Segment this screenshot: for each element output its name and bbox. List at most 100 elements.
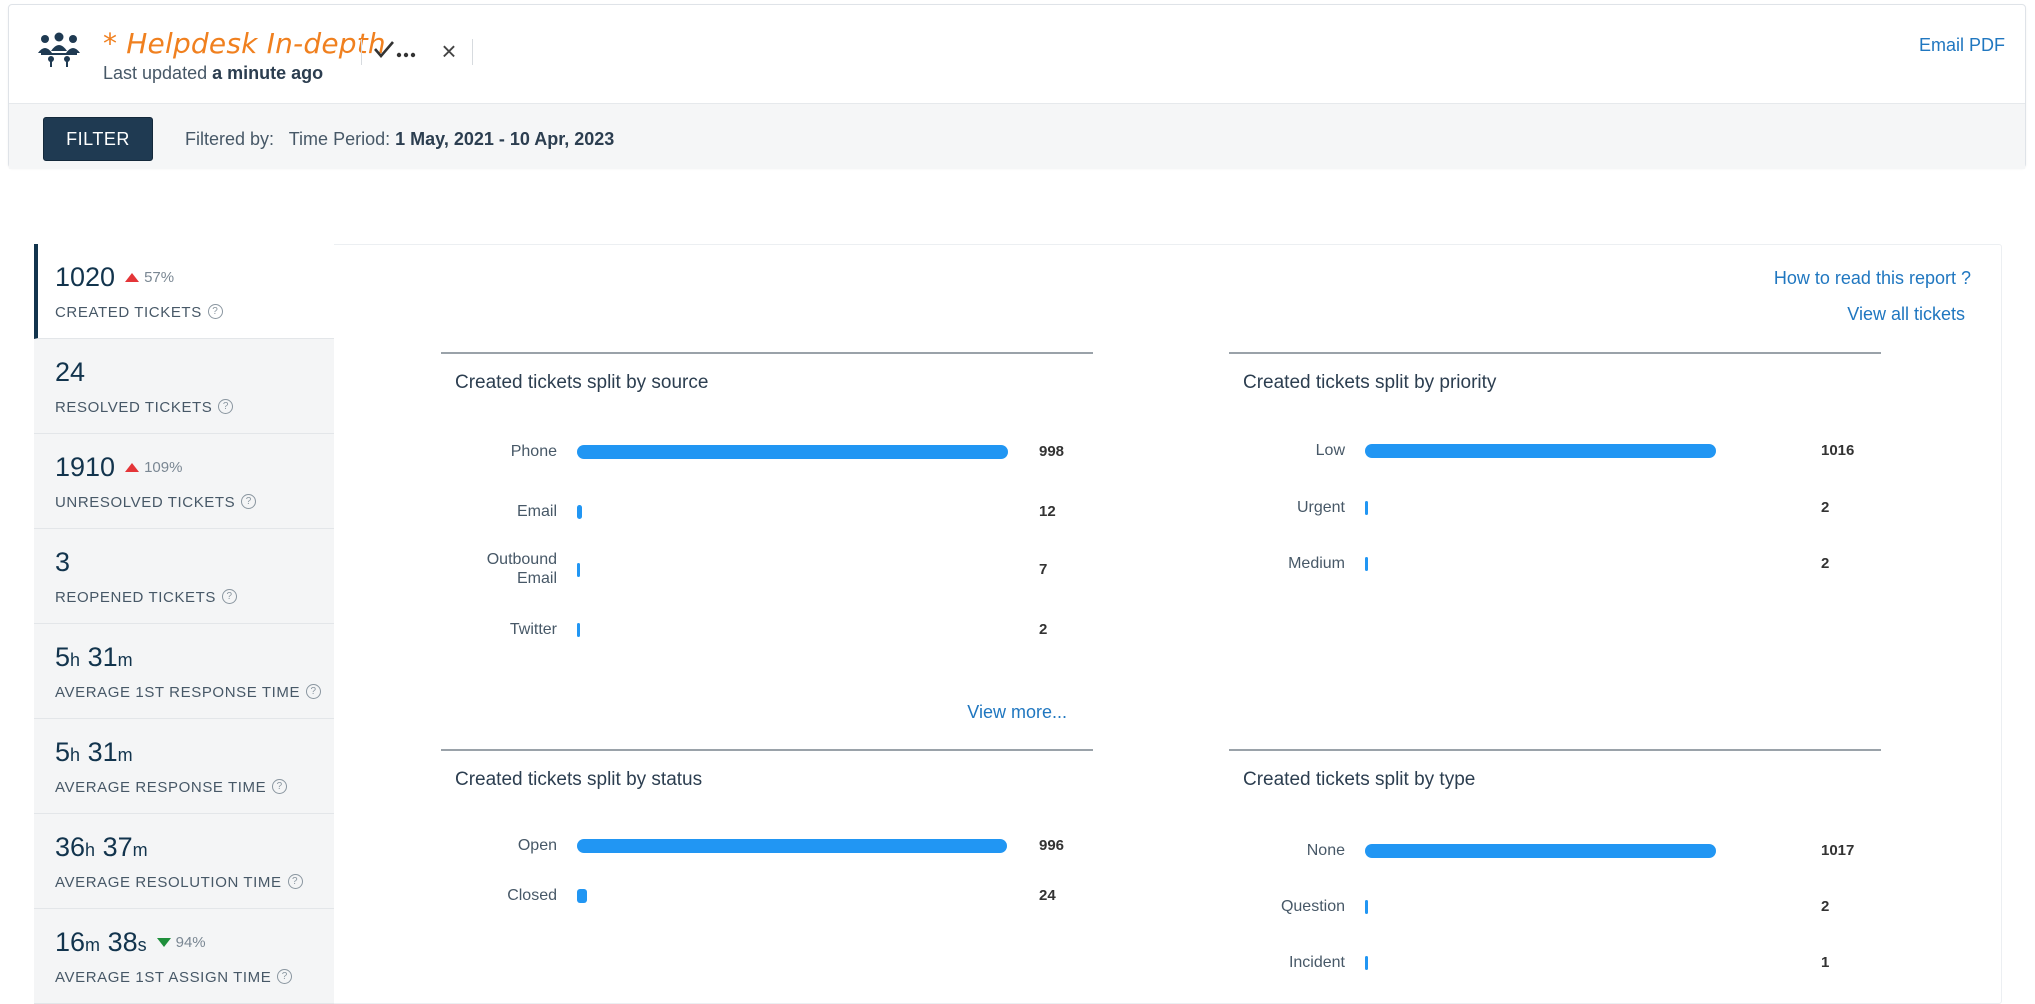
metric-avg-first-response-time[interactable]: 5h 31m AVERAGE 1ST RESPONSE TIME? (34, 624, 334, 719)
last-updated: Last updated a minute ago (103, 63, 323, 84)
metric-value: 1910 109% (55, 452, 183, 482)
close-icon[interactable]: × (437, 37, 461, 65)
bar-track (1365, 956, 1717, 970)
bar[interactable] (1365, 557, 1368, 571)
bar[interactable] (577, 839, 1007, 853)
bar[interactable] (577, 445, 1008, 459)
bar-row[interactable]: Twitter 2 (441, 618, 1093, 658)
view-more-link[interactable]: View more... (967, 702, 1067, 723)
filter-button[interactable]: FILTER (43, 117, 153, 161)
bar[interactable] (1365, 501, 1368, 515)
metric-label: REOPENED TICKETS? (55, 588, 238, 606)
bar[interactable] (577, 623, 580, 637)
bar[interactable] (1365, 956, 1368, 970)
bar-label: Medium (1288, 555, 1345, 572)
metric-avg-first-assign-time[interactable]: 16m 38s 94% AVERAGE 1ST ASSIGN TIME? (34, 909, 334, 1004)
metric-label: AVERAGE RESPONSE TIME? (55, 778, 288, 796)
metric-value: 16m 38s 94% (55, 927, 206, 957)
bar[interactable] (1365, 900, 1368, 914)
bar-value: 1017 (1821, 842, 1855, 859)
metric-value: 1020 57% (55, 262, 175, 292)
metric-label: AVERAGE 1ST ASSIGN TIME? (55, 968, 293, 986)
trend-down-icon (156, 938, 171, 947)
report-header: * Helpdesk In-depth Last updated a minut… (8, 4, 2026, 169)
filter-summary: Filtered by: Time Period: 1 May, 2021 - … (185, 129, 614, 150)
bar-track (1365, 501, 1717, 515)
bar[interactable] (577, 505, 583, 519)
chart-tickets-by-priority: Created tickets split by priority Low 101… (1229, 352, 1881, 750)
metric-value: 36h 37m (55, 832, 148, 862)
bar-label: Urgent (1296, 499, 1345, 516)
bar-row[interactable]: Outbound Email 7 (441, 551, 1093, 598)
metric-avg-response-time[interactable]: 5h 31m AVERAGE RESPONSE TIME? (34, 719, 334, 814)
bar-row[interactable]: Urgent 2 (1229, 496, 1881, 536)
bar[interactable] (577, 563, 581, 577)
help-icon[interactable]: ? (277, 968, 293, 984)
report-title[interactable]: * Helpdesk In-depth (103, 27, 386, 60)
bar-label: Question (1280, 898, 1345, 915)
help-icon[interactable]: ? (272, 778, 288, 794)
bar-label: Low (1315, 442, 1345, 459)
how-to-read-link[interactable]: How to read this report ? (1774, 268, 1971, 289)
chart-tickets-by-type: Created tickets split by type None 1017 Qu… (1229, 749, 1881, 987)
bar-label: Closed (507, 887, 557, 904)
email-pdf-link[interactable]: Email PDF (1919, 35, 2005, 56)
help-icon[interactable]: ? (222, 588, 238, 604)
chart-title: Created tickets split by priority (1243, 372, 1497, 393)
bar[interactable] (1365, 444, 1716, 458)
bar-row[interactable]: Phone 998 (441, 440, 1093, 480)
metric-label: UNRESOLVED TICKETS? (55, 493, 257, 511)
bar-label: Open (517, 837, 557, 854)
bar-value: 12 (1039, 503, 1056, 520)
bar-value: 996 (1039, 837, 1065, 854)
bar-track (1365, 444, 1717, 458)
help-icon[interactable]: ? (306, 683, 322, 699)
metric-label: AVERAGE 1ST RESPONSE TIME? (55, 683, 322, 701)
bar[interactable] (577, 889, 588, 903)
metric-value: 24 (55, 357, 86, 387)
bar-row[interactable]: Question 2 (1229, 895, 1881, 935)
bar-row[interactable]: None 1017 (1229, 839, 1881, 879)
bar-track (577, 623, 1017, 637)
metric-unresolved-tickets[interactable]: 1910 109% UNRESOLVED TICKETS? (34, 434, 334, 529)
metric-value: 5h 31m (55, 642, 133, 672)
bar-value: 7 (1039, 561, 1048, 578)
metric-value: 3 (55, 547, 71, 577)
chart-tickets-by-status: Created tickets split by status Open 996 C… (441, 749, 1093, 987)
metric-created-tickets[interactable]: 1020 57% CREATED TICKETS? (34, 244, 334, 339)
time-period-label: Time Period: (288, 129, 391, 149)
view-all-tickets-link[interactable]: View all tickets (1847, 304, 1965, 325)
bar-row[interactable]: Open 996 (441, 834, 1093, 874)
bar-track (1365, 900, 1717, 914)
save-check-icon[interactable] (373, 35, 417, 65)
metric-avg-resolution-time[interactable]: 36h 37m AVERAGE RESOLUTION TIME? (34, 814, 334, 909)
title-divider (472, 39, 473, 65)
chart-title: Created tickets split by status (455, 769, 703, 790)
bar-row[interactable]: Medium 2 (1229, 552, 1881, 592)
bar-row[interactable]: Incident 1 (1229, 951, 1881, 991)
bar-value: 1016 (1821, 442, 1855, 459)
help-icon[interactable]: ? (287, 873, 303, 889)
bar-row[interactable]: Low 1016 (1229, 439, 1881, 479)
bar[interactable] (1365, 844, 1716, 858)
filtered-by-label: Filtered by: (185, 129, 275, 149)
bar-value: 2 (1821, 555, 1830, 572)
bar-label: Incident (1288, 954, 1345, 971)
bar-track (577, 505, 1017, 519)
bar-value: 1 (1821, 954, 1830, 971)
metric-label: RESOLVED TICKETS? (55, 398, 234, 416)
help-icon[interactable]: ? (218, 398, 234, 414)
bar-row[interactable]: Closed 24 (441, 884, 1093, 924)
help-icon[interactable]: ? (207, 303, 223, 319)
bar-label: Outbound Email (486, 551, 557, 587)
metric-reopened-tickets[interactable]: 3 REOPENED TICKETS? (34, 529, 334, 624)
bar-track (577, 563, 1017, 577)
report-header-top: * Helpdesk In-depth Last updated a minut… (9, 5, 2025, 103)
help-icon[interactable]: ? (241, 493, 257, 509)
time-period-value: 1 May, 2021 - 10 Apr, 2023 (395, 129, 615, 149)
bar-value: 2 (1821, 898, 1830, 915)
filter-bar: FILTER Filtered by: Time Period: 1 May, … (9, 103, 2025, 169)
metric-resolved-tickets[interactable]: 24 RESOLVED TICKETS? (34, 339, 334, 434)
bar-row[interactable]: Email 12 (441, 500, 1093, 540)
bar-label: Twitter (509, 621, 557, 638)
